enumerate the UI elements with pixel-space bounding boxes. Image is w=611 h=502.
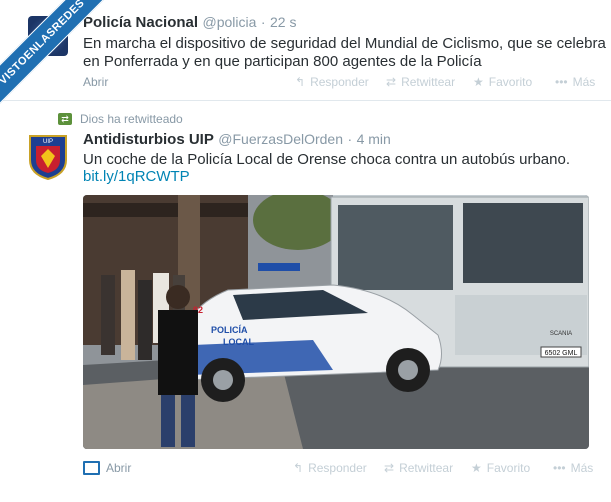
uip-shield-icon: UIP: [29, 135, 67, 181]
retweet-button[interactable]: ⇄ Retwittear: [386, 75, 455, 89]
avatar-text: UIP: [43, 139, 53, 145]
favorite-button[interactable]: ★ Favorito: [473, 75, 532, 89]
author-handle[interactable]: @policia: [203, 14, 257, 30]
retweet-icon: ⇄: [386, 75, 397, 89]
favorite-label: Favorito: [488, 75, 533, 89]
author-name[interactable]: Antidisturbios UIP: [83, 131, 214, 148]
expand-label: Abrir: [106, 461, 132, 475]
favorite-label: Favorito: [486, 461, 531, 475]
reply-icon: ↰: [295, 75, 306, 89]
tweet-text-line-1: En marcha el dispositivo de seguridad de…: [83, 35, 606, 52]
author-handle[interactable]: @FuerzasDelOrden: [218, 131, 343, 147]
more-button[interactable]: ••• Más: [555, 75, 595, 89]
separator: ·: [347, 131, 353, 147]
car-side-text-2: LOCAL: [223, 337, 254, 347]
reply-icon: ↰: [293, 461, 304, 475]
car-side-text-1: POLICÍA: [211, 325, 248, 335]
tweet-link[interactable]: bit.ly/1qRCWTP: [83, 168, 190, 185]
expand-link[interactable]: Abrir: [83, 75, 108, 89]
retweet-label: Retwittear: [399, 461, 454, 475]
tweet-text-line-2: en Ponferrada y en que participan 800 ag…: [83, 53, 482, 70]
expand-label: Abrir: [83, 75, 109, 89]
star-icon: ★: [473, 75, 484, 89]
favorite-button[interactable]: ★ Favorito: [471, 461, 530, 475]
expand-link[interactable]: Abrir: [83, 461, 131, 475]
more-label: Más: [570, 461, 594, 475]
tweet-policia-nacional: Policía Nacional @policia · 22 s En marc…: [0, 0, 611, 101]
photo-illustration: 6502 GML SCANIA POLICÍA LOCAL 92: [83, 195, 589, 449]
reply-label: Responder: [308, 461, 367, 475]
star-icon: ★: [471, 461, 482, 475]
tweet-photo[interactable]: 6502 GML SCANIA POLICÍA LOCAL 92: [83, 195, 589, 449]
timestamp[interactable]: 22 s: [270, 14, 296, 30]
tweet-text: Un coche de la Policía Local de Orense c…: [83, 151, 570, 168]
author-name[interactable]: Policía Nacional: [83, 14, 198, 31]
retweet-button[interactable]: ⇄ Retwittear: [384, 461, 453, 475]
bus-plate: 6502 GML: [545, 350, 578, 357]
retweet-label: Retwittear: [401, 75, 456, 89]
more-label: Más: [572, 75, 596, 89]
retweet-context[interactable]: Dios ha retwitteado: [80, 112, 183, 126]
retweet-icon: ⇄: [384, 461, 395, 475]
more-icon: •••: [555, 75, 568, 89]
timestamp[interactable]: 4 min: [357, 131, 391, 147]
reply-label: Responder: [310, 75, 369, 89]
separator: ·: [260, 14, 266, 30]
more-button[interactable]: ••• Más: [553, 461, 593, 475]
bus-brand: SCANIA: [550, 331, 572, 337]
retweet-context-icon: ⇄: [58, 113, 72, 125]
more-icon: •••: [553, 461, 566, 475]
media-card-icon: [83, 461, 100, 475]
tweet-antidisturbios-uip: ⇄ Dios ha retwitteado UIP Antidisturbios…: [0, 101, 611, 502]
reply-button[interactable]: ↰ Responder: [293, 461, 367, 475]
reply-button[interactable]: ↰ Responder: [295, 75, 369, 89]
avatar[interactable]: UIP: [28, 132, 68, 181]
